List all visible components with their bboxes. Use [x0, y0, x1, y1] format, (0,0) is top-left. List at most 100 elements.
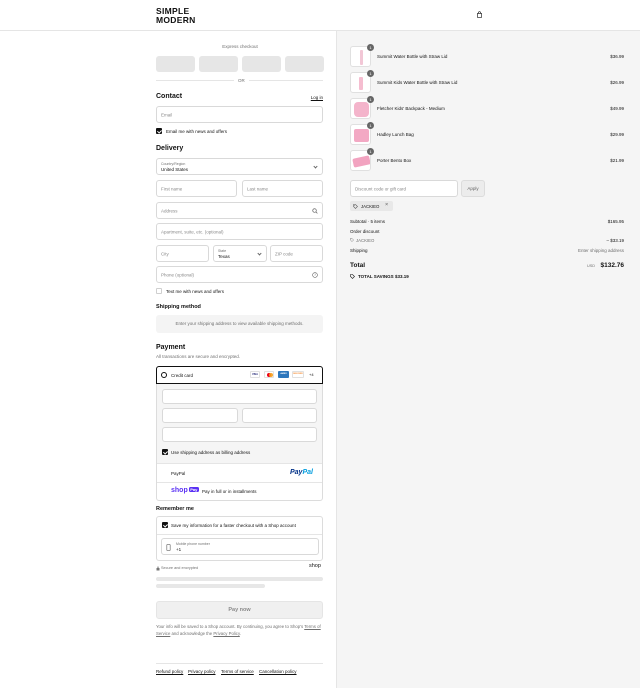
cancellation-policy-link[interactable]: Cancellation policy [259, 669, 297, 674]
refund-policy-link[interactable]: Refund policy [156, 669, 183, 674]
item-name: Porter Bento Box [377, 158, 412, 163]
item-name: Hadley Lunch Bag [377, 132, 414, 137]
security-code-field[interactable] [242, 408, 317, 423]
login-link[interactable]: Log in [311, 95, 323, 100]
apply-button[interactable]: Apply [461, 180, 485, 197]
or-separator: OR [234, 78, 249, 83]
city-placeholder: City [161, 251, 169, 256]
search-icon [312, 208, 318, 214]
more-cards-badge: +4 [309, 372, 314, 377]
card-number-field[interactable] [162, 389, 317, 404]
tag-icon [353, 203, 358, 209]
water-bottle-image [360, 50, 363, 65]
subtotal-value: $165.95 [607, 219, 624, 224]
mastercard-icon [264, 371, 274, 378]
country-select[interactable]: Country/Region United States [156, 158, 323, 175]
total-label: Total [350, 262, 366, 269]
last-name-placeholder: Last name [247, 186, 269, 191]
paypal-option[interactable]: PayPal PayPal [157, 464, 322, 482]
apartment-field[interactable]: Apartment, suite, etc. (optional) [156, 223, 323, 240]
news-label: Email me with news and offers [166, 128, 227, 134]
contact-heading: Contact [156, 93, 183, 100]
credit-card-label: Credit card [171, 372, 194, 378]
radio-selected[interactable] [161, 372, 167, 378]
first-name-field[interactable]: First name [156, 180, 237, 197]
state-value: Texas [218, 254, 230, 259]
state-select[interactable]: State Texas [213, 245, 267, 262]
phone-field[interactable]: Phone (optional) ? [156, 266, 323, 283]
privacy-policy-link[interactable]: Privacy policy [188, 669, 216, 674]
payment-methods: Credit card VISA AMEX DISCOVER +4 Use sh… [156, 366, 323, 501]
loading-skeleton [156, 584, 265, 588]
shipping-method-message: Enter your shipping address to view avai… [175, 321, 304, 326]
credit-card-option[interactable]: Credit card VISA AMEX DISCOVER +4 [156, 366, 323, 384]
tag-icon [350, 238, 354, 242]
remove-discount-icon[interactable]: × [385, 202, 388, 208]
legal-text: Your info will be saved to a Shop accoun… [156, 624, 326, 637]
save-info-checkbox[interactable] [162, 522, 168, 528]
remember-me-heading: Remember me [156, 506, 194, 512]
country-label: Country/Region [161, 161, 186, 166]
express-pay-button-3[interactable] [242, 56, 281, 72]
text-me-checkbox[interactable] [156, 288, 162, 294]
apply-label: Apply [467, 186, 479, 191]
item-price: $26.99 [610, 80, 624, 85]
item-name: Summit Water Bottle with Straw Lid [377, 54, 448, 59]
paypal-logo: PayPal [290, 468, 313, 476]
total-savings: TOTAL SAVINGS $33.19 [358, 274, 409, 279]
city-field[interactable]: City [156, 245, 209, 262]
item-price: $49.99 [610, 106, 624, 111]
apartment-placeholder: Apartment, suite, etc. (optional) [161, 229, 224, 234]
remember-me-box: Save my information for a faster checkou… [156, 516, 323, 561]
svg-text:?: ? [314, 273, 316, 277]
kids-bottle-image [359, 77, 363, 90]
news-checkbox[interactable] [156, 128, 162, 134]
express-pay-button-4[interactable] [285, 56, 324, 72]
shipping-method-box: Enter your shipping address to view avai… [156, 315, 323, 333]
quantity-badge: 1 [367, 148, 374, 155]
address-field[interactable]: Address [156, 202, 323, 219]
paypal-label: PayPal [171, 470, 186, 476]
lunch-bag-image [354, 129, 369, 142]
legal-end: . [239, 630, 241, 636]
mobile-phone-field[interactable]: Mobile phone number +1 [161, 538, 319, 555]
help-icon[interactable]: ? [312, 272, 318, 278]
discount-placeholder: Discount code or gift card [355, 186, 407, 191]
name-on-card-field[interactable] [162, 427, 317, 442]
save-info-label: Save my information for a faster checkou… [171, 522, 296, 528]
email-field[interactable]: Email [156, 106, 323, 123]
shop-pay-logo: shop Pay [171, 487, 199, 494]
quantity-badge: 1 [367, 122, 374, 129]
lock-icon [156, 566, 160, 571]
subtotal-label: Subtotal · 5 items [350, 219, 386, 224]
checkout-form: Express checkout OR Contact Log in Email… [0, 31, 336, 688]
shop-pay-wordmark: shop [171, 487, 188, 494]
chevron-down-icon [313, 163, 318, 169]
item-price: $29.99 [610, 132, 624, 137]
privacy-link[interactable]: Privacy Policy [213, 631, 239, 636]
billing-label: Use shipping address as billing address [171, 449, 251, 455]
zip-field[interactable]: ZIP code [270, 245, 323, 262]
backpack-image [354, 102, 369, 117]
discount-tag: JACKIEO × [350, 201, 393, 211]
visa-icon: VISA [250, 371, 260, 378]
last-name-field[interactable]: Last name [242, 180, 323, 197]
phone-placeholder: Phone (optional) [161, 272, 195, 277]
logo[interactable]: SIMPLE MODERN [156, 7, 196, 24]
terms-of-service-link[interactable]: Terms of service [221, 669, 254, 674]
shipping-method-heading: Shipping method [156, 304, 201, 310]
footer-divider [156, 663, 323, 664]
discount-code-field[interactable]: Discount code or gift card [350, 180, 458, 197]
expiry-field[interactable] [162, 408, 238, 423]
shop-pay-option[interactable]: shop Pay Pay in full or in installments [157, 483, 322, 501]
savings-tag-icon [350, 274, 355, 279]
quantity-badge: 1 [367, 44, 374, 51]
discount-value: – $33.19 [606, 237, 624, 243]
total-savings-value: $33.19 [394, 274, 409, 279]
billing-checkbox[interactable] [162, 449, 168, 455]
pay-now-button[interactable]: Pay now [156, 601, 323, 619]
express-pay-button-2[interactable] [199, 56, 238, 72]
item-price: $21.99 [610, 158, 624, 163]
shopping-bag-icon[interactable] [476, 11, 483, 18]
express-pay-button-1[interactable] [156, 56, 195, 72]
